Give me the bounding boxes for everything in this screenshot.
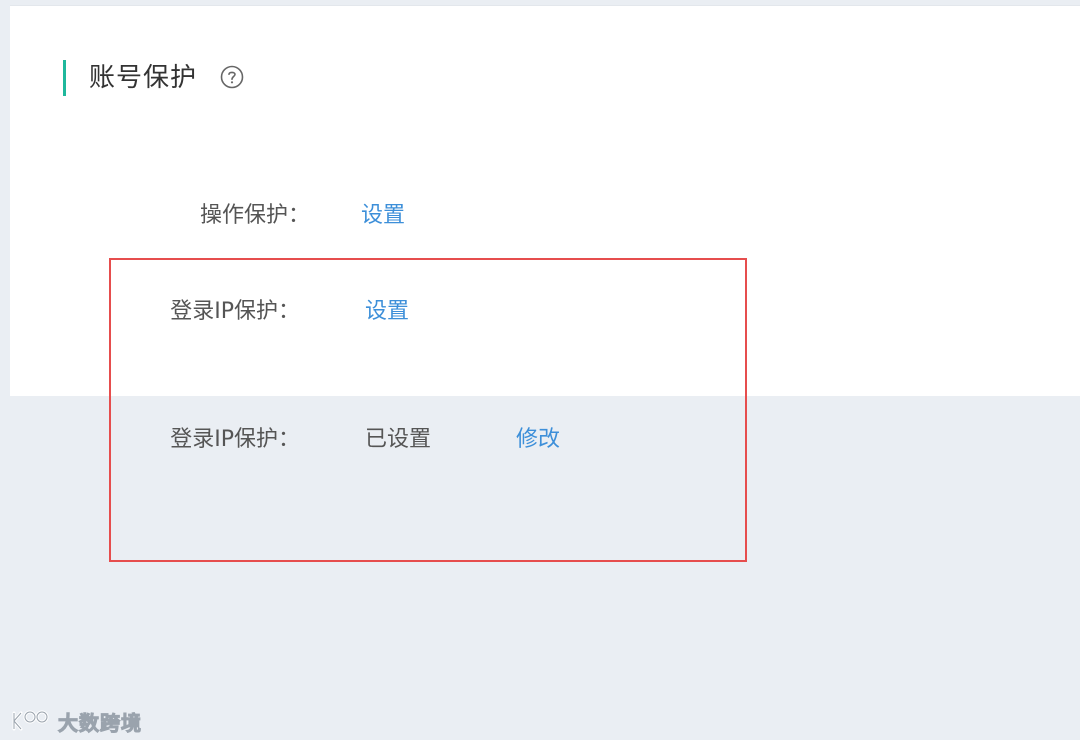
login-ip-protection-status: 已设置	[365, 427, 432, 452]
operation-protection-set-link[interactable]: 设置	[361, 201, 405, 231]
watermark-text: 大数跨境	[58, 710, 142, 735]
question-circle-icon[interactable]	[220, 65, 244, 89]
login-ip-protection-set-link[interactable]: 设置	[365, 297, 409, 327]
login-ip-protection-modify-link[interactable]: 修改	[516, 425, 560, 455]
operation-protection-label: 操作保护：	[199, 203, 310, 228]
account-protection-card: 账号保护 操作保护： 设置 登录IP保护： 设置	[10, 5, 1080, 396]
section-title: 账号保护	[89, 63, 198, 93]
login-ip-protection-label: 登录IP保护：	[170, 299, 300, 324]
section-accent-bar	[63, 60, 66, 96]
brand-logo-icon	[12, 710, 49, 731]
login-ip-protection-label-configured: 登录IP保护：	[170, 427, 300, 452]
watermark: 大数跨境	[10, 706, 142, 736]
